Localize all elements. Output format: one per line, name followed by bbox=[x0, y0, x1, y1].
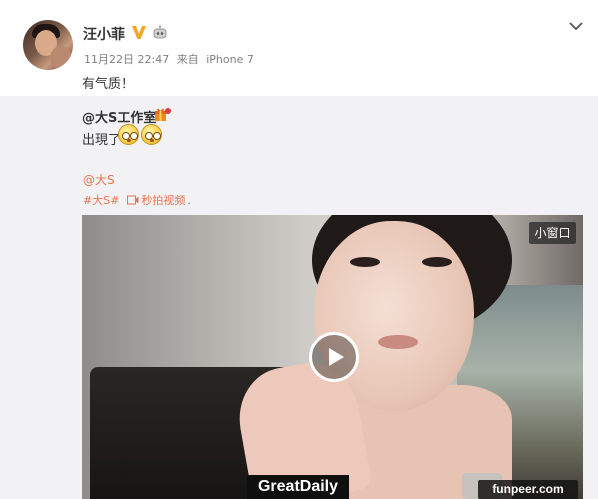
repost-text: 出現了 bbox=[82, 133, 122, 148]
emoji-mouth bbox=[127, 139, 131, 142]
chevron-down-icon[interactable] bbox=[568, 18, 584, 34]
play-button[interactable] bbox=[309, 332, 359, 382]
post-meta: 11月22日 22:47 来自 iPhone 7 bbox=[84, 51, 258, 67]
source-prefix: 来自 bbox=[176, 53, 199, 66]
emoji-icon bbox=[141, 124, 162, 145]
emoji-mouth bbox=[150, 139, 154, 142]
play-icon bbox=[329, 348, 344, 366]
video-lips bbox=[378, 335, 418, 349]
weibo-post-card: 汪小菲 11月22日 22:47 来自 iPhone 7 有气质！ @大S工作室… bbox=[0, 0, 598, 499]
verified-v-icon[interactable] bbox=[130, 23, 148, 41]
mention-link[interactable]: @大S bbox=[83, 171, 115, 188]
emoji-icon bbox=[118, 124, 139, 145]
video-eye-right bbox=[422, 257, 452, 267]
username[interactable]: 汪小菲 bbox=[83, 24, 125, 44]
robot-icon[interactable] bbox=[152, 25, 168, 41]
hashtag-link[interactable]: #大S# bbox=[83, 192, 119, 208]
video-link-icon bbox=[127, 195, 139, 205]
avatar[interactable] bbox=[23, 20, 73, 70]
watermark-funpeer: funpeer.com bbox=[478, 480, 578, 499]
gift-icon[interactable] bbox=[154, 106, 172, 122]
watermark-greatdaily: GreatDaily bbox=[247, 475, 349, 499]
trailing-dot: . bbox=[187, 193, 191, 207]
source-device[interactable]: iPhone 7 bbox=[206, 53, 254, 66]
post-time[interactable]: 11月22日 22:47 bbox=[84, 53, 169, 66]
video-link[interactable]: 秒拍视频 bbox=[141, 192, 185, 208]
video-eye-left bbox=[350, 257, 380, 267]
mini-window-button[interactable]: 小窗口 bbox=[529, 222, 576, 244]
avatar-child bbox=[50, 46, 72, 70]
post-text: 有气质！ bbox=[82, 77, 135, 92]
video-player[interactable] bbox=[82, 215, 583, 499]
tag-row: #大S# 秒拍视频 . bbox=[83, 192, 191, 208]
repost-author[interactable]: @大S工作室 bbox=[82, 107, 156, 126]
